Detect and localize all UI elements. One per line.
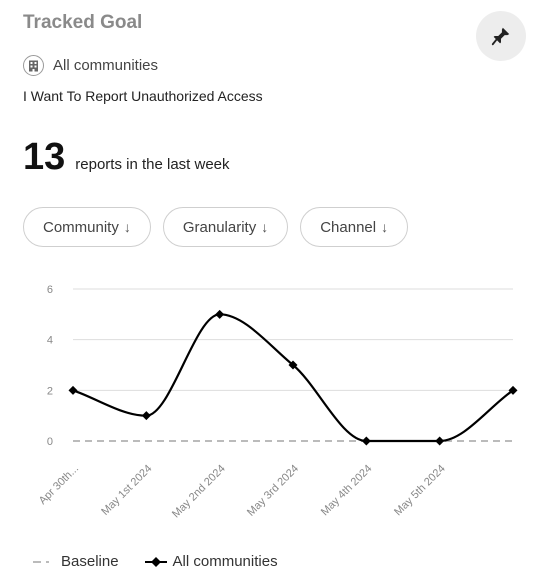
- data-point-marker: [141, 411, 151, 421]
- filter-bar: Community ↓ Granularity ↓ Channel ↓: [23, 207, 409, 247]
- goal-name: I Want To Report Unauthorized Access: [23, 88, 263, 104]
- report-summary: 13 reports in the last week: [23, 138, 230, 176]
- y-tick-label: 6: [47, 284, 53, 296]
- filter-label: Channel: [320, 218, 377, 236]
- dashed-line-icon: [33, 560, 49, 563]
- x-tick-label: May 5th 2024: [392, 463, 448, 519]
- granularity-filter-button[interactable]: Granularity ↓: [162, 207, 289, 247]
- arrow-down-icon: ↓: [261, 219, 269, 235]
- data-point-marker: [215, 309, 225, 319]
- pin-button[interactable]: [476, 11, 526, 61]
- community-label: All communities: [53, 57, 159, 74]
- arrow-down-icon: ↓: [123, 219, 131, 235]
- diamond-line-icon: [144, 556, 167, 567]
- y-tick-label: 2: [47, 385, 53, 397]
- x-tick-label: May 2nd 2024: [170, 463, 228, 521]
- all-communities-series-line: [72, 313, 514, 443]
- data-point-marker: [68, 385, 78, 395]
- y-tick-label: 0: [47, 436, 53, 448]
- x-tick-label: Apr 30th...: [37, 463, 81, 507]
- report-count: 13: [23, 136, 66, 178]
- report-count-label: reports in the last week: [75, 156, 230, 173]
- y-tick-label: 4: [47, 335, 53, 347]
- x-tick-label: May 1st 2024: [99, 463, 154, 518]
- card-title: Tracked Goal: [23, 12, 143, 33]
- data-point-marker: [361, 436, 371, 446]
- x-tick-label: May 3rd 2024: [245, 463, 301, 519]
- legend-label: Baseline: [61, 553, 119, 570]
- building-icon: [23, 55, 44, 76]
- community-filter-button[interactable]: Community ↓: [23, 207, 151, 247]
- channel-filter-button[interactable]: Channel ↓: [300, 207, 409, 247]
- legend-item-all-communities[interactable]: All communities: [144, 553, 278, 570]
- reports-line-chart: 0 2 4 6 Apr 30th... May 1st 2024 May 2nd 2024 M…: [37, 284, 518, 521]
- legend-label: All communities: [172, 553, 278, 570]
- pin-icon: [491, 27, 510, 46]
- legend-item-baseline[interactable]: Baseline: [33, 553, 119, 570]
- community-indicator: All communities: [23, 55, 158, 76]
- arrow-down-icon: ↓: [381, 219, 389, 235]
- chart-legend: Baseline All communities: [33, 553, 304, 570]
- data-point-marker: [435, 436, 445, 446]
- x-tick-label: May 4th 2024: [319, 463, 375, 519]
- filter-label: Granularity: [182, 218, 257, 236]
- filter-label: Community: [43, 218, 119, 236]
